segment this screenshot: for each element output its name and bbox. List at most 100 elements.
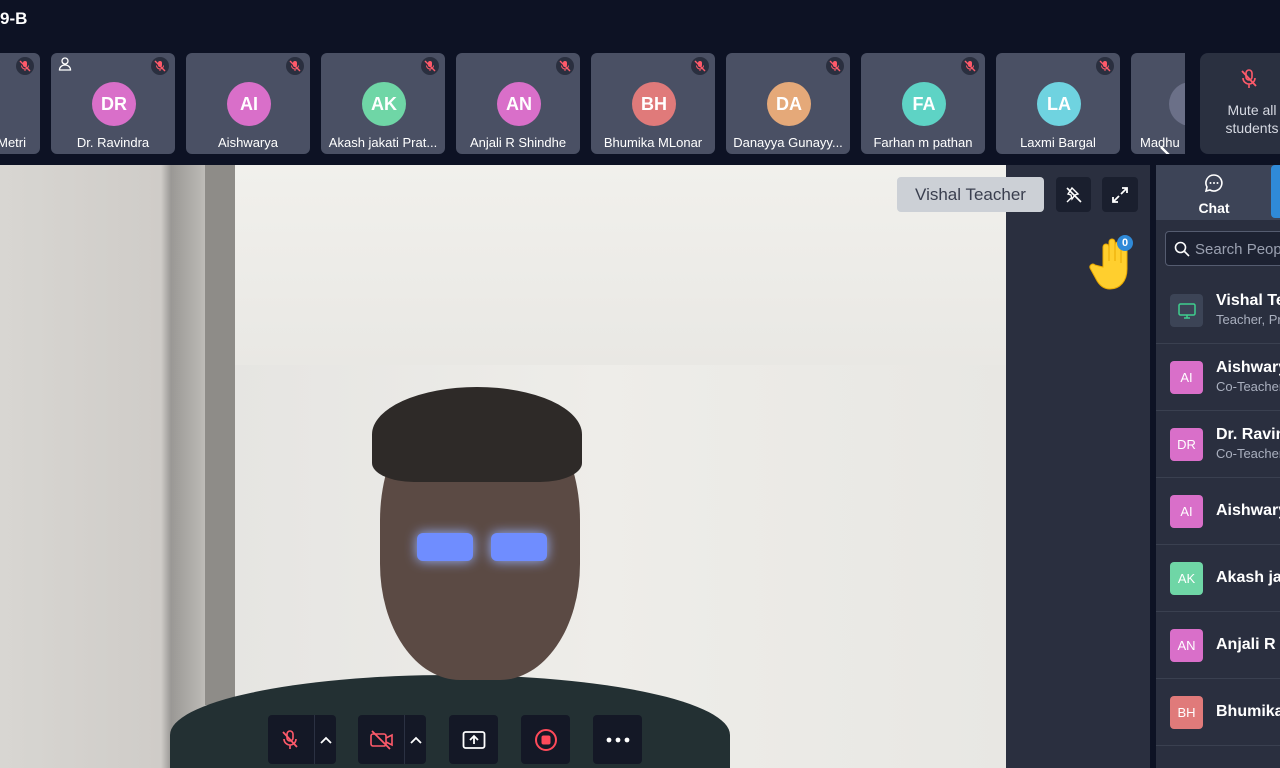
speaker-label: Vishal Teacher — [897, 177, 1044, 212]
more-options-button[interactable] — [593, 715, 642, 764]
mic-options-button[interactable] — [314, 715, 336, 764]
record-button[interactable] — [521, 715, 570, 764]
participant-name: Akash jakati Prat... — [328, 135, 438, 150]
mic-off-icon — [421, 57, 439, 75]
mute-all-button[interactable]: Mute all students — [1200, 53, 1280, 154]
person-avatar: AI — [1170, 361, 1203, 394]
tab-chat[interactable]: Chat — [1176, 173, 1252, 217]
person-name: Aishwary — [1216, 359, 1280, 376]
participant-tile[interactable]: Madhu — [1131, 53, 1185, 154]
person-name: Anjali R S — [1216, 636, 1280, 653]
tab-people[interactable] — [1271, 165, 1280, 218]
mic-off-icon — [826, 57, 844, 75]
tab-chat-label: Chat — [1198, 200, 1230, 216]
participant-avatar: BH — [632, 82, 676, 126]
more-icon — [606, 737, 629, 742]
class-title: 9-B — [0, 9, 28, 28]
participant-tile[interactable]: DR Dr. Ravindra — [51, 53, 175, 154]
participant-tile[interactable]: AN Anjali R Shindhe — [456, 53, 580, 154]
participant-avatar: LA — [1037, 82, 1081, 126]
participant-avatar: FA — [902, 82, 946, 126]
host-icon — [58, 57, 72, 71]
people-sidebar: Chat Vishal Tea Teacher, Pr AI Aishwary … — [1156, 165, 1280, 768]
participant-tile[interactable]: AK Akash jakati Prat... — [321, 53, 445, 154]
person-name: Aishwary — [1216, 502, 1280, 519]
camera-options-button[interactable] — [404, 715, 426, 764]
people-search[interactable] — [1165, 231, 1280, 266]
person-name: Vishal Tea — [1216, 292, 1280, 309]
teacher-video — [0, 165, 1006, 768]
participant-tile[interactable]: BH Bhumika MLonar — [591, 53, 715, 154]
people-list-item[interactable]: AI Aishwary — [1156, 478, 1280, 545]
mic-off-icon — [556, 57, 574, 75]
mic-off-icon — [151, 57, 169, 75]
people-list-item[interactable]: BH Bhumika — [1156, 679, 1280, 746]
participant-avatar: AI — [227, 82, 271, 126]
person-avatar: AI — [1170, 495, 1203, 528]
participant-tile[interactable]: FA Farhan m pathan — [861, 53, 985, 154]
people-list-item[interactable]: Vishal Tea Teacher, Pr — [1156, 277, 1280, 344]
participant-tile[interactable]: AI Aishwarya — [186, 53, 310, 154]
participant-avatar — [1169, 82, 1185, 126]
sidebar-tabs: Chat — [1156, 165, 1280, 220]
participant-name: Farhan m pathan — [873, 135, 973, 150]
video-background — [205, 165, 235, 705]
fullscreen-button[interactable] — [1102, 177, 1138, 212]
participant-tile[interactable]: LA Laxmi Bargal — [996, 53, 1120, 154]
mute-all-label: Mute all students — [1225, 102, 1279, 136]
people-list-item[interactable]: DR Dr. Ravin Co-Teacher — [1156, 411, 1280, 478]
participant-name: Laxmi Bargal — [1020, 135, 1096, 150]
person-avatar: AN — [1170, 629, 1203, 662]
search-icon — [1174, 241, 1190, 257]
participant-avatar: AK — [362, 82, 406, 126]
chevron-up-icon — [409, 736, 422, 744]
screen-share-icon — [1170, 294, 1203, 327]
chevron-right-icon[interactable] — [1152, 141, 1178, 154]
camera-toggle-button[interactable] — [358, 715, 426, 764]
person-role: Co-Teacher — [1216, 379, 1280, 394]
person-avatar: DR — [1170, 428, 1203, 461]
camera-off-icon — [370, 730, 393, 750]
mic-toggle-button[interactable] — [268, 715, 336, 764]
participant-avatar: AN — [497, 82, 541, 126]
mic-off-icon — [691, 57, 709, 75]
participant-avatar: DA — [767, 82, 811, 126]
person-name: Bhumika — [1216, 703, 1280, 720]
mic-off-icon — [961, 57, 979, 75]
participant-tile[interactable]: Metri — [0, 53, 40, 154]
record-icon — [534, 728, 557, 751]
participant-strip: Metri DR Dr. Ravindra AI Aishwarya AK Ak… — [0, 53, 1185, 154]
participant-tile[interactable]: DA Danayya Gunayy... — [726, 53, 850, 154]
raised-hands-count: 0 — [1117, 235, 1133, 251]
person-role: Co-Teacher — [1216, 446, 1280, 461]
people-list: Vishal Tea Teacher, Pr AI Aishwary Co-Te… — [1156, 277, 1280, 746]
people-list-item[interactable]: AI Aishwary Co-Teacher — [1156, 344, 1280, 411]
share-screen-button[interactable] — [449, 715, 498, 764]
unpin-button[interactable] — [1056, 177, 1091, 212]
mic-off-icon — [16, 57, 34, 75]
search-input[interactable] — [1195, 238, 1280, 260]
video-person — [395, 527, 565, 565]
person-name: Akash jak — [1216, 569, 1280, 586]
person-name: Dr. Ravin — [1216, 426, 1280, 443]
person-avatar: AK — [1170, 562, 1203, 595]
chevron-up-icon — [319, 736, 332, 744]
pin-off-icon — [1065, 186, 1082, 203]
people-list-item[interactable]: AK Akash jak — [1156, 545, 1280, 612]
mic-off-icon — [1241, 69, 1257, 88]
people-list-item[interactable]: AN Anjali R S — [1156, 612, 1280, 679]
participant-name: Bhumika MLonar — [603, 135, 703, 150]
mic-off-icon — [286, 57, 304, 75]
main-stage: Vishal Teacher 0 — [0, 165, 1150, 768]
video-person — [372, 387, 582, 482]
top-bar: 9-B — [0, 0, 1280, 40]
participant-avatar: DR — [92, 82, 136, 126]
mic-off-icon — [1096, 57, 1114, 75]
participant-name: Metri — [0, 135, 26, 150]
mic-off-icon — [282, 730, 298, 749]
participant-name: Danayya Gunayy... — [733, 135, 843, 150]
chat-icon — [1204, 174, 1223, 193]
share-screen-icon — [462, 730, 485, 749]
person-avatar: BH — [1170, 696, 1203, 729]
participant-name: Anjali R Shindhe — [469, 135, 567, 150]
